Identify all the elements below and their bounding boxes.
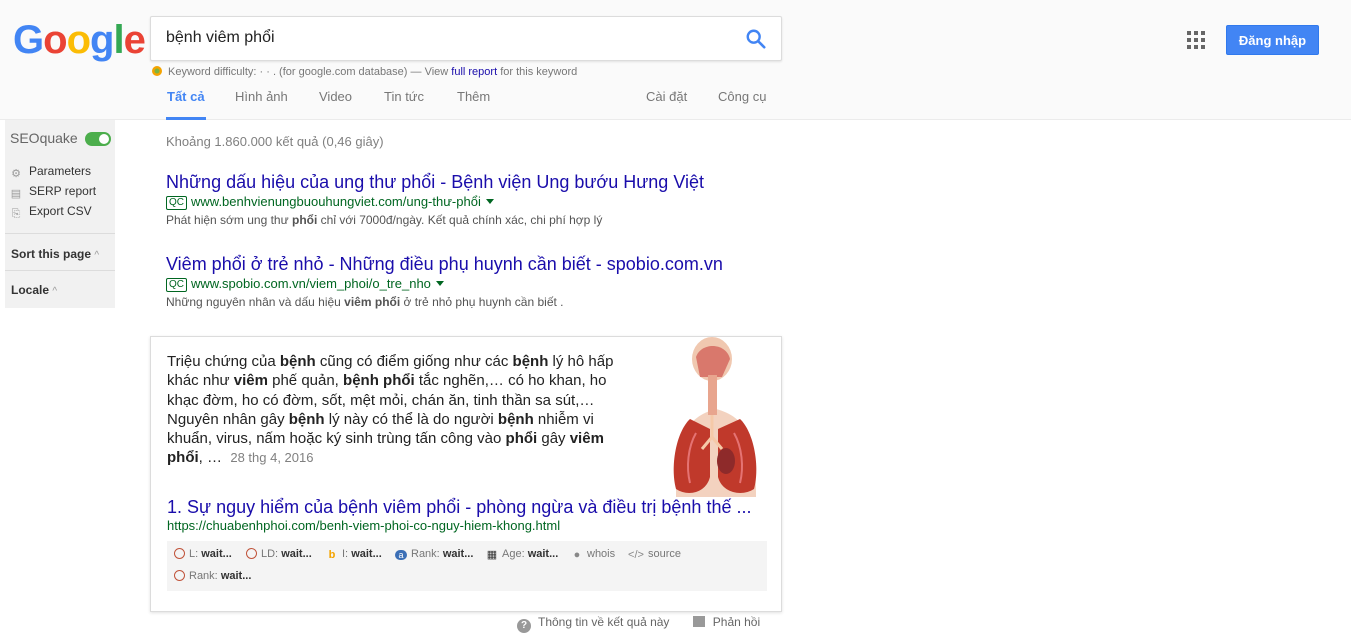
- seoquake-logo-icon: [152, 66, 162, 76]
- ad-badge: QC: [166, 196, 187, 210]
- tab-more[interactable]: Thêm: [457, 89, 490, 120]
- dropdown-arrow-icon[interactable]: [435, 281, 444, 286]
- dropdown-arrow-icon[interactable]: [485, 199, 494, 204]
- result-stats: Khoảng 1.860.000 kết quả (0,46 giây): [166, 134, 384, 149]
- ad-result: Những dấu hiệu của ung thư phổi - Bệnh v…: [166, 172, 786, 227]
- export-csv-link[interactable]: ⎘ Export CSV: [10, 204, 92, 220]
- metric-i[interactable]: b I: wait...: [326, 548, 382, 561]
- chevron-up-icon: ^: [94, 250, 100, 261]
- ad-description: Những nguyên nhân và dấu hiệu viêm phổi …: [166, 295, 786, 309]
- tab-settings[interactable]: Cài đặt: [646, 89, 687, 120]
- ad-badge: QC: [166, 278, 187, 292]
- sign-in-button[interactable]: Đăng nhập: [1226, 25, 1319, 55]
- metric-age[interactable]: ▦ Age: wait...: [486, 548, 558, 561]
- snippet-date: 28 thg 4, 2016: [230, 450, 314, 466]
- sort-this-page-toggle[interactable]: Sort this page ^: [11, 247, 99, 261]
- apps-grid-icon[interactable]: [1187, 31, 1205, 49]
- flag-icon: [692, 616, 705, 627]
- question-icon: ?: [517, 619, 531, 633]
- featured-snippet: Triệu chứng của bệnh cũng có điểm giống …: [150, 336, 782, 612]
- parameters-label: Parameters: [29, 164, 92, 178]
- ad-desc-bold: phổi: [291, 213, 318, 227]
- serp-report-label: SERP report: [29, 184, 97, 198]
- calendar-icon: ▦: [486, 549, 498, 561]
- seoquake-sidebar: SEOquake ⚙ Parameters ▤ SERP report ⎘ Expor…: [5, 120, 115, 308]
- ad-desc-text: Phát hiện sớm ung thư: [166, 213, 292, 227]
- ad-url: www.spobio.com.vn/viem_phoi/o_tre_nho: [191, 276, 431, 291]
- keyword-difficulty: Keyword difficulty: · · . (for google.co…: [151, 65, 577, 78]
- seoquake-metrics-bar: L: wait... LD: wait... b I: wait... a Rank…: [167, 541, 767, 591]
- seoquake-toggle[interactable]: [85, 132, 111, 146]
- sidebar-divider: [5, 270, 115, 271]
- metric-l[interactable]: L: wait...: [174, 548, 232, 560]
- ad-description: Phát hiện sớm ung thư phổi chỉ với 7000đ…: [166, 213, 786, 227]
- search-box: [150, 16, 782, 61]
- about-result-link[interactable]: ? Thông tin về kết quả này: [517, 615, 669, 633]
- ad-title-link[interactable]: Viêm phổi ở trẻ nhỏ - Những điều phụ huy…: [166, 254, 786, 275]
- tab-all[interactable]: Tất cả: [166, 89, 206, 120]
- whois-link[interactable]: ● whois: [571, 548, 615, 561]
- metric-ld[interactable]: LD: wait...: [246, 548, 312, 560]
- featured-title-link[interactable]: 1. Sự nguy hiểm của bệnh viêm phổi - phò…: [167, 497, 751, 518]
- ad-result: Viêm phổi ở trẻ nhỏ - Những điều phụ huy…: [166, 254, 786, 309]
- search-input[interactable]: [166, 29, 726, 47]
- tab-tools[interactable]: Công cụ: [718, 89, 766, 120]
- ad-url-row: QC www.benhvienungbuouhungviet.com/ung-th…: [166, 194, 786, 210]
- search-icon[interactable]: [745, 28, 767, 50]
- code-icon: </>: [628, 549, 644, 561]
- circle-icon: [174, 570, 185, 581]
- ad-url: www.benhvienungbuouhungviet.com/ung-thư-…: [191, 194, 481, 209]
- header-bar: Google Keyword difficulty: · · . (for go…: [0, 0, 1351, 120]
- export-icon: ⎘: [11, 208, 21, 220]
- tab-images[interactable]: Hình ảnh: [235, 89, 288, 120]
- tab-news[interactable]: Tin tức: [384, 89, 424, 120]
- keyword-difficulty-text: Keyword difficulty: · · . (for google.co…: [168, 66, 452, 78]
- locale-toggle[interactable]: Locale ^: [11, 283, 57, 297]
- circle-icon: [174, 548, 185, 559]
- bing-icon: b: [328, 549, 336, 561]
- full-report-link[interactable]: full report: [451, 66, 497, 78]
- featured-url: https://chuabenhphoi.com/benh-viem-phoi-…: [167, 518, 561, 533]
- sidebar-divider: [5, 233, 115, 234]
- ad-desc-text: ở trẻ nhỏ phụ huynh cần biết .: [400, 295, 564, 309]
- lungs-illustration[interactable]: [656, 337, 776, 497]
- gear-icon: ⚙: [11, 168, 21, 180]
- snippet-footer: ? Thông tin về kết quả này Phản hồi: [517, 615, 760, 633]
- source-link[interactable]: </> source: [628, 548, 681, 561]
- alexa-icon: a: [395, 550, 407, 560]
- ad-desc-text: chỉ với 7000đ/ngày. Kết quả chính xác, c…: [317, 213, 603, 227]
- ad-desc-bold: viêm phổi: [344, 295, 401, 309]
- metric-rank[interactable]: a Rank: wait...: [395, 548, 473, 560]
- feedback-link[interactable]: Phản hồi: [692, 615, 760, 629]
- keyword-difficulty-suffix: for this keyword: [497, 66, 578, 78]
- locale-label: Locale: [11, 283, 50, 297]
- seoquake-title: SEOquake: [10, 130, 78, 146]
- featured-snippet-text: Triệu chứng của bệnh cũng có điểm giống …: [167, 353, 614, 467]
- tab-video[interactable]: Video: [319, 89, 352, 120]
- person-icon: ●: [573, 549, 581, 561]
- serp-report-link[interactable]: ▤ SERP report: [10, 184, 96, 200]
- ad-desc-text: Những nguyên nhân và dấu hiệu: [166, 295, 345, 309]
- sort-this-page-label: Sort this page: [11, 247, 92, 261]
- export-csv-label: Export CSV: [29, 204, 92, 218]
- parameters-link[interactable]: ⚙ Parameters: [10, 164, 91, 180]
- chevron-up-icon: ^: [52, 286, 58, 297]
- circle-icon: [246, 548, 257, 559]
- ad-title-link[interactable]: Những dấu hiệu của ung thư phổi - Bệnh v…: [166, 172, 786, 193]
- ad-url-row: QC www.spobio.com.vn/viem_phoi/o_tre_nho: [166, 276, 786, 292]
- google-logo[interactable]: Google: [13, 18, 146, 63]
- report-icon: ▤: [10, 188, 22, 200]
- metric-rank-2[interactable]: Rank: wait...: [174, 570, 251, 582]
